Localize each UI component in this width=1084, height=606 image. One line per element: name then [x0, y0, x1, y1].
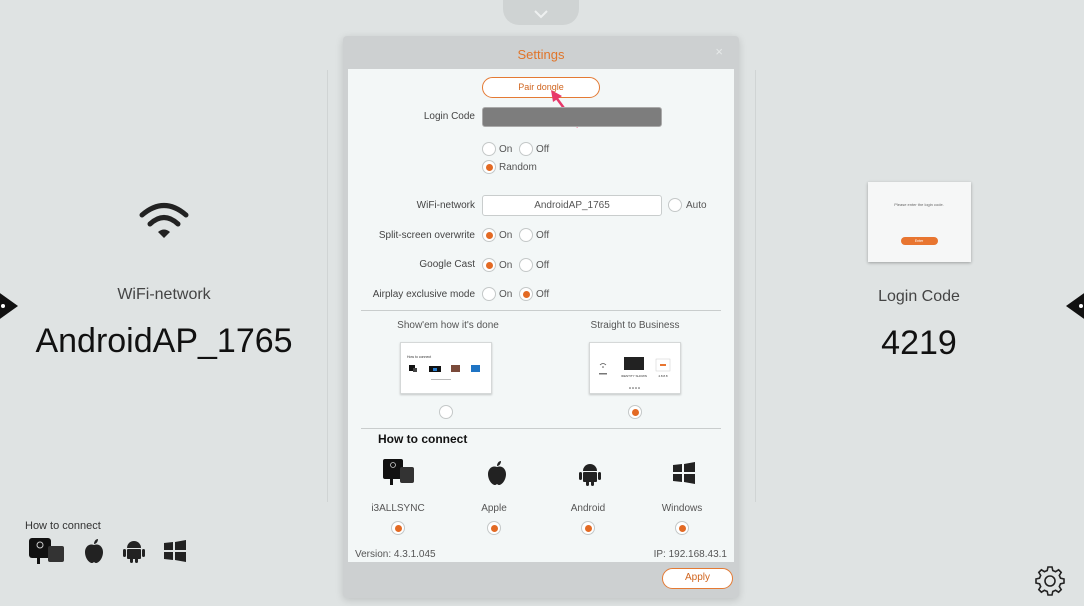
android-icon[interactable] [577, 460, 603, 488]
windows-icon[interactable] [672, 462, 696, 484]
login-code-value: 4219 [881, 324, 957, 362]
apple-icon[interactable] [486, 460, 508, 486]
option-a-radio[interactable] [439, 405, 453, 419]
wifi-icon [139, 203, 189, 238]
wifi-panel: WiFi-network AndroidAP_1765 [0, 200, 328, 361]
login-code-label: Login Code [878, 288, 960, 305]
gear-icon[interactable] [1035, 566, 1065, 596]
wifi-auto-radio[interactable] [668, 198, 682, 212]
option-b-thumbnail[interactable]: IDENTITY SHOWN 4.8.8.8 [589, 342, 681, 394]
preview-enter-button: Enter [900, 237, 938, 245]
dialog-title: Settings [517, 47, 565, 62]
thumb-b-code: 4.8.8.8 [658, 374, 668, 378]
login-random-label: Random [499, 162, 537, 173]
section-divider [361, 310, 721, 311]
dialog-footer: Apply [343, 562, 739, 598]
login-on-radio[interactable] [482, 142, 496, 156]
airplay-off-label: Off [536, 289, 550, 300]
how-to-connect-title: How to connect [378, 432, 468, 446]
section-divider [361, 428, 721, 429]
preview-text: Please enter the login code. [894, 202, 944, 207]
os-label-windows: Windows [661, 503, 703, 514]
os-label-i3allsync: i3ALLSYNC [371, 503, 425, 514]
login-off-radio[interactable] [519, 142, 533, 156]
chevron-down-icon [534, 10, 548, 19]
split-screen-label: Split-screen overwrite [378, 230, 475, 241]
wifi-network-label: WiFi-network [416, 200, 475, 211]
apply-button[interactable]: Apply [662, 568, 733, 589]
how-to-connect-label: How to connect [25, 520, 101, 532]
split-on-label: On [499, 230, 513, 241]
wifi-auto-label: Auto [686, 200, 707, 211]
option-b-radio[interactable] [628, 405, 642, 419]
thumb-a-title: How to connect [407, 355, 431, 359]
option-a-title: Show'em how it's done [397, 320, 499, 331]
login-off-label: Off [536, 144, 550, 155]
os-windows-radio[interactable] [675, 521, 689, 535]
os-apple-radio[interactable] [487, 521, 501, 535]
login-on-label: On [499, 144, 513, 155]
airplay-on-radio[interactable] [482, 287, 496, 301]
dongle-icon[interactable] [25, 536, 67, 566]
pull-down-tab[interactable] [503, 0, 579, 25]
wifi-network-value: AndroidAP_1765 [35, 322, 293, 360]
airplay-on-label: On [499, 289, 513, 300]
cast-on-radio[interactable] [482, 258, 496, 272]
split-off-label: Off [536, 230, 550, 241]
os-android-radio[interactable] [581, 521, 595, 535]
dongle-icon[interactable] [381, 457, 417, 487]
option-a-thumbnail[interactable]: How to connect [400, 342, 492, 394]
settings-dialog: Settings × Pair dongle Login Code On Off… [343, 36, 739, 598]
login-preview: Please enter the login code. Enter [867, 182, 971, 262]
airplay-label: Airplay exclusive mode [372, 289, 475, 300]
apple-icon[interactable] [83, 538, 105, 564]
login-code-label: Login Code [423, 111, 475, 122]
ip-text: IP: 192.168.43.1 [653, 549, 727, 560]
login-code-field[interactable] [482, 107, 662, 127]
wifi-network-field[interactable]: AndroidAP_1765 [482, 195, 662, 216]
version-text: Version: 4.3.1.045 [355, 549, 436, 560]
dialog-body: Pair dongle Login Code On Off Random WiF… [348, 69, 734, 562]
airplay-off-radio[interactable] [519, 287, 533, 301]
cast-off-label: Off [536, 260, 550, 271]
split-on-radio[interactable] [482, 228, 496, 242]
split-off-radio[interactable] [519, 228, 533, 242]
how-to-connect-bar: How to connect [25, 520, 187, 566]
os-i3allsync-radio[interactable] [391, 521, 405, 535]
cast-off-radio[interactable] [519, 258, 533, 272]
right-divider [755, 70, 756, 502]
windows-icon[interactable] [163, 540, 187, 562]
google-cast-label: Google Cast [419, 259, 475, 270]
login-random-radio[interactable] [482, 160, 496, 174]
close-icon[interactable]: × [715, 44, 723, 59]
thumb-b-label: IDENTITY SHOWN [621, 374, 647, 378]
cast-on-label: On [499, 260, 513, 271]
os-label-android: Android [570, 503, 606, 514]
android-icon[interactable] [121, 538, 147, 564]
option-b-title: Straight to Business [590, 320, 680, 331]
login-code-panel: Please enter the login code. Enter Login… [760, 182, 1078, 363]
os-label-apple: Apple [481, 503, 507, 514]
wifi-network-label: WiFi-network [117, 286, 211, 303]
